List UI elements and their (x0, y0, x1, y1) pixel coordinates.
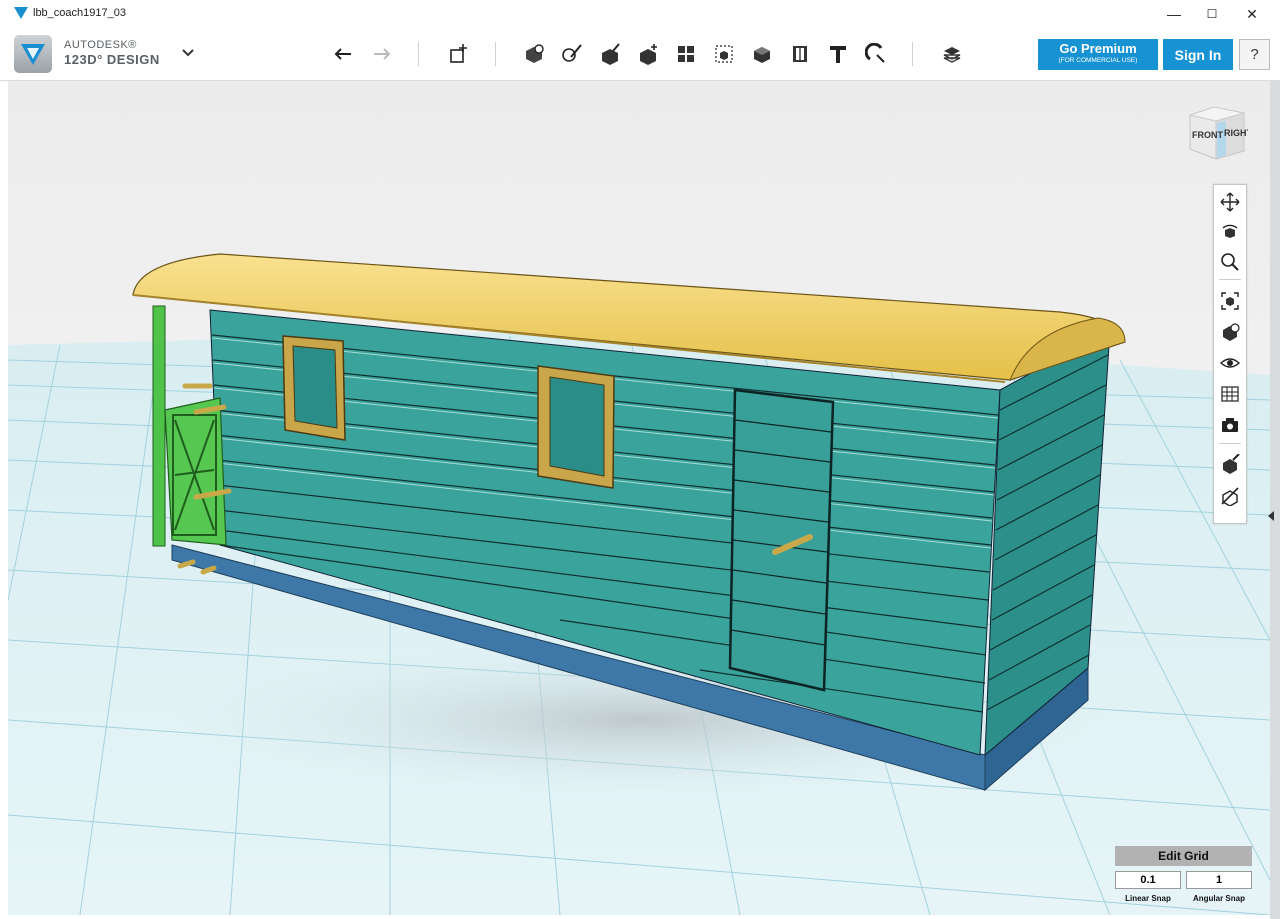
viewport-3d[interactable] (8, 81, 1270, 915)
material-icon[interactable] (938, 40, 966, 68)
screenshot-icon[interactable] (1219, 414, 1241, 436)
brand-line1: AUTODESK® (64, 39, 137, 51)
angular-snap-value[interactable]: 1 (1186, 871, 1252, 889)
front-label: FRONT (1192, 130, 1223, 140)
measure-tool-icon[interactable] (786, 40, 814, 68)
window-title: lbb_coach1917_03 (33, 7, 126, 19)
linear-snap-label: Linear Snap (1125, 894, 1171, 903)
app-menu-button[interactable] (14, 35, 52, 73)
redo-icon[interactable] (367, 40, 395, 68)
main-toolbar: AUTODESK® 123D° DESIGN Go Premium (FOR C… (0, 28, 1280, 81)
right-scroll-strip (1270, 81, 1280, 919)
brand-line2: 123D° DESIGN (64, 52, 160, 67)
app-logo-icon (21, 44, 45, 65)
modify-icon[interactable] (596, 40, 624, 68)
navbar-separator (1219, 443, 1241, 444)
help-button[interactable]: ? (1239, 39, 1270, 70)
view-cube[interactable]: FRONT RIGHT (1186, 103, 1253, 161)
snap-icon[interactable] (862, 40, 890, 68)
scene-canvas (8, 81, 1270, 915)
angular-snap-label: Angular Snap (1192, 894, 1245, 903)
solid-icon[interactable] (1219, 453, 1241, 475)
visibility-icon[interactable] (1219, 352, 1241, 374)
measure-icon[interactable] (748, 40, 776, 68)
right-label: RIGHT (1224, 128, 1248, 138)
premium-sublabel: (FOR COMMERCIAL USE) (1058, 57, 1138, 64)
sketch-icon[interactable] (520, 40, 548, 68)
minimize-button[interactable]: — (1155, 0, 1193, 28)
primitives-icon[interactable] (445, 40, 473, 68)
grouping-icon[interactable] (672, 40, 700, 68)
zoom-icon[interactable] (1219, 251, 1241, 273)
orbit-icon[interactable] (1219, 221, 1241, 243)
fit-icon[interactable] (1219, 290, 1241, 312)
close-button[interactable]: ✕ (1233, 0, 1271, 28)
text-icon[interactable] (824, 40, 852, 68)
expand-arrow-icon[interactable] (1266, 510, 1276, 522)
combine-icon[interactable] (710, 40, 738, 68)
sign-in-button[interactable]: Sign In (1163, 39, 1233, 70)
linear-snap-value[interactable]: 0.1 (1115, 871, 1181, 889)
go-premium-button[interactable]: Go Premium (FOR COMMERCIAL USE) (1038, 39, 1158, 70)
edit-grid-button[interactable]: Edit Grid (1115, 846, 1252, 866)
toolbar-separator (495, 42, 496, 66)
title-bar: lbb_coach1917_03 — ☐ ✕ (0, 0, 1280, 29)
toolbar-separator (912, 42, 913, 66)
premium-label: Go Premium (1059, 41, 1137, 56)
view-icon[interactable] (1219, 321, 1241, 343)
pattern-icon[interactable] (634, 40, 662, 68)
navbar-separator (1219, 279, 1241, 280)
view-cube-icon: FRONT RIGHT (1189, 106, 1253, 160)
toolbar-separator (418, 42, 419, 66)
chevron-down-icon[interactable] (180, 44, 196, 60)
undo-icon[interactable] (330, 40, 358, 68)
hide-sketch-icon[interactable] (1219, 485, 1241, 507)
maximize-button[interactable]: ☐ (1193, 0, 1231, 28)
construct-icon[interactable] (558, 40, 586, 68)
materials-outline-icon[interactable] (1219, 383, 1241, 405)
navigation-bar (1213, 184, 1247, 524)
pan-icon[interactable] (1219, 191, 1241, 213)
app-logo-icon (14, 7, 28, 19)
